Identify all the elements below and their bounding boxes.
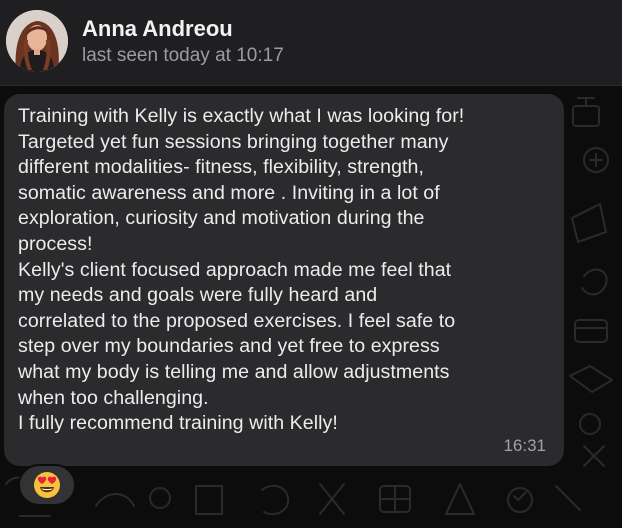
chat-header: Anna Andreou last seen today at 10:17 [0,0,622,86]
last-seen-status: last seen today at 10:17 [82,45,284,66]
avatar-photo [6,10,68,72]
message-text: Training with Kelly is exactly what I wa… [18,105,465,435]
contact-name[interactable]: Anna Andreou [82,16,233,42]
chat-area[interactable]: Training with Kelly is exactly what I wa… [0,86,622,528]
message-timestamp: 16:31 [503,436,546,455]
reaction-badge[interactable] [18,464,76,506]
contact-avatar[interactable] [6,10,68,72]
heart-eyes-emoji-icon [34,472,60,498]
message-bubble[interactable]: Training with Kelly is exactly what I wa… [4,94,564,466]
